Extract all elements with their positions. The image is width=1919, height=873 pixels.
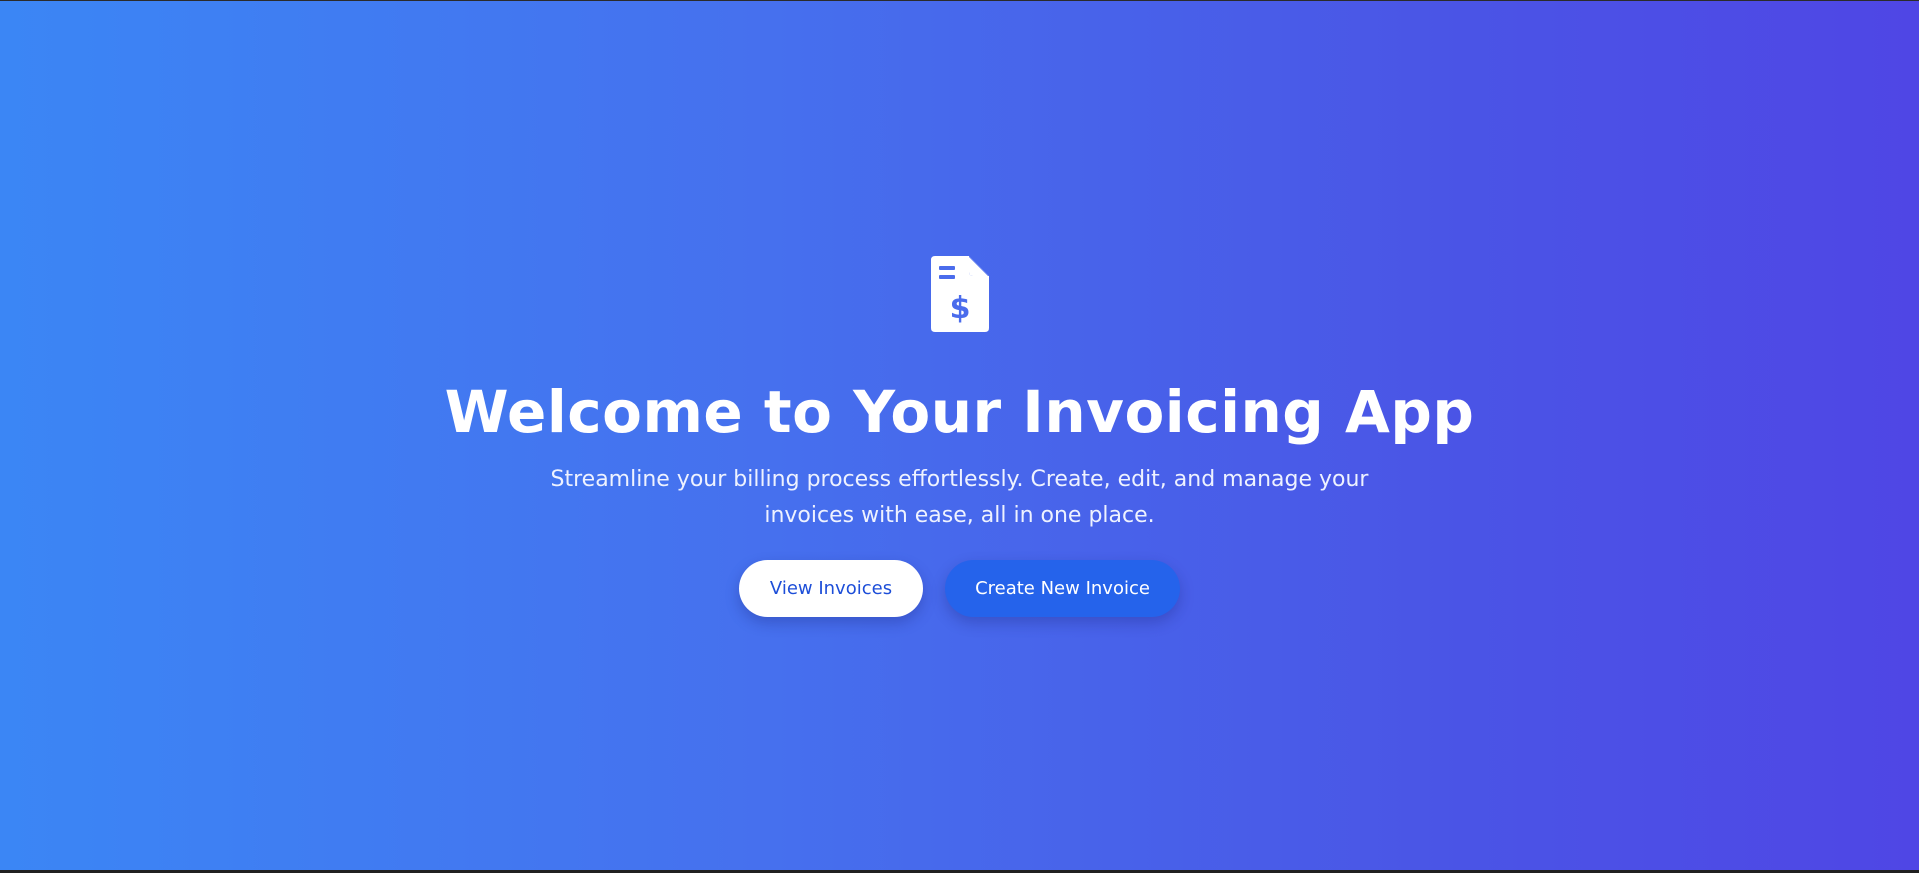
hero-section: $ Welcome to Your Invoicing App Streamli… <box>0 256 1919 617</box>
hero-subtitle: Streamline your billing process effortle… <box>550 467 1369 528</box>
invoice-dollar-icon: $ <box>930 256 989 332</box>
create-new-invoice-button[interactable]: Create New Invoice <box>945 560 1180 617</box>
svg-text:$: $ <box>949 291 970 326</box>
hero-actions: View Invoices Create New Invoice <box>739 560 1180 617</box>
view-invoices-button[interactable]: View Invoices <box>739 560 923 617</box>
page-title: Welcome to Your Invoicing App <box>444 378 1475 446</box>
landing-page: $ Welcome to Your Invoicing App Streamli… <box>0 1 1919 870</box>
